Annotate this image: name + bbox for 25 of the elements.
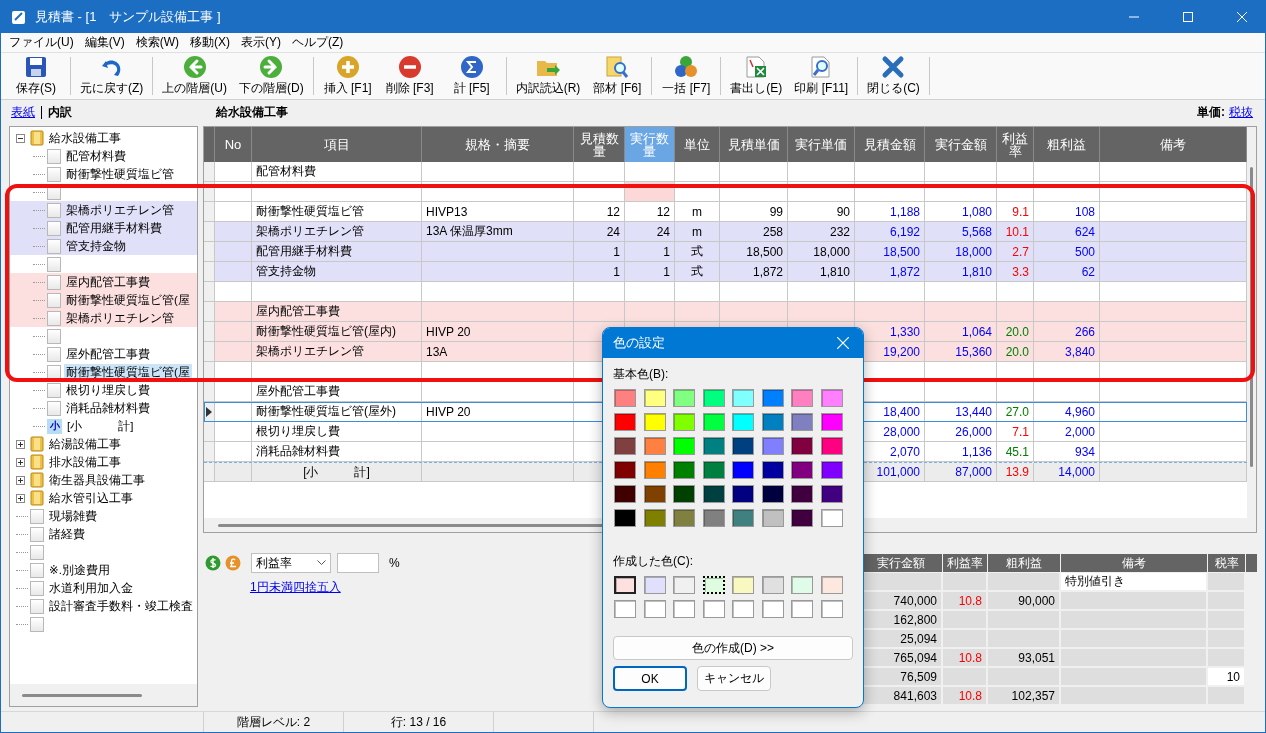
section-title: 給水設備工事 bbox=[216, 103, 288, 121]
column-header: 利益率 bbox=[943, 554, 988, 572]
table-cell: 10.8 bbox=[943, 687, 986, 704]
subtotal-badge: 小 bbox=[47, 418, 62, 434]
dialog-title: 色の設定 bbox=[613, 334, 666, 352]
basic-colors-label: 基本色(B): bbox=[613, 366, 670, 383]
unit-label: % bbox=[389, 556, 400, 570]
table-cell: 90,000 bbox=[988, 592, 1059, 609]
table-cell: 93,051 bbox=[988, 649, 1059, 666]
column-header: 税率 bbox=[1208, 554, 1246, 572]
column-header: 粗利益 bbox=[988, 554, 1061, 572]
status-text: 行: 13 / 16 bbox=[344, 712, 494, 732]
window-title: 見積書 - [1 サンプル設備工事 ] bbox=[35, 8, 222, 26]
table-cell: 87,000 bbox=[925, 463, 997, 482]
table-cell: 13.9 bbox=[997, 463, 1034, 482]
table-cell: [小 計] bbox=[252, 463, 422, 482]
custom-colors-label: 作成した色(C): bbox=[613, 553, 694, 570]
table-cell: 102,357 bbox=[988, 687, 1059, 704]
status-text: 階層レベル: 2 bbox=[204, 712, 344, 732]
table-cell: 14,000 bbox=[1034, 463, 1100, 482]
table-cell: 10.8 bbox=[943, 649, 986, 666]
table-cell: 10.8 bbox=[943, 592, 986, 609]
column-header: 備考 bbox=[1061, 554, 1208, 572]
price-mode-label: 単価: bbox=[1197, 103, 1225, 121]
current-view: 内訳 bbox=[48, 103, 72, 121]
